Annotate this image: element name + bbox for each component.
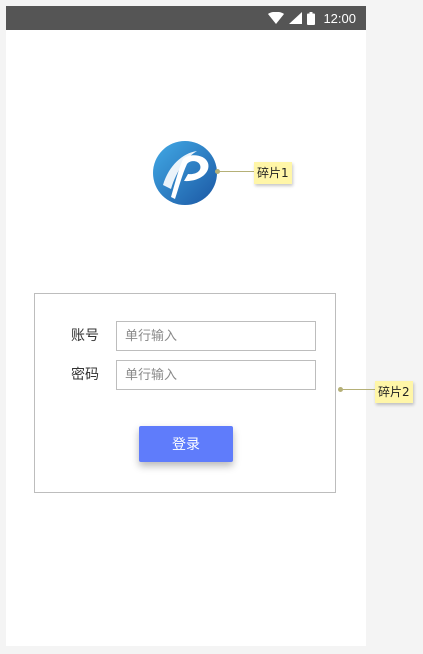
account-input[interactable] [116,321,316,351]
password-label: 密码 [71,367,99,383]
password-row: 密码 [35,360,335,390]
app-logo [153,141,217,205]
phone-screen: 12:00 账号 密码 登录 [6,6,366,646]
status-icons: 12:00 [268,6,356,30]
password-input[interactable] [116,360,316,390]
status-time: 12:00 [323,10,356,26]
account-label: 账号 [71,328,99,344]
annotation-leader-2 [341,389,377,390]
annotation-tag-1[interactable]: 碎片1 [254,162,292,184]
p-logo-icon [153,141,217,205]
cell-signal-icon [289,12,303,24]
login-button[interactable]: 登录 [139,426,233,462]
annotation-tag-2[interactable]: 碎片2 [375,381,413,403]
account-row: 账号 [35,321,335,351]
login-form-card: 账号 密码 登录 [34,293,336,493]
wifi-icon [268,12,285,24]
battery-icon [307,11,316,25]
status-bar: 12:00 [6,6,366,30]
annotation-leader-1 [218,171,256,172]
